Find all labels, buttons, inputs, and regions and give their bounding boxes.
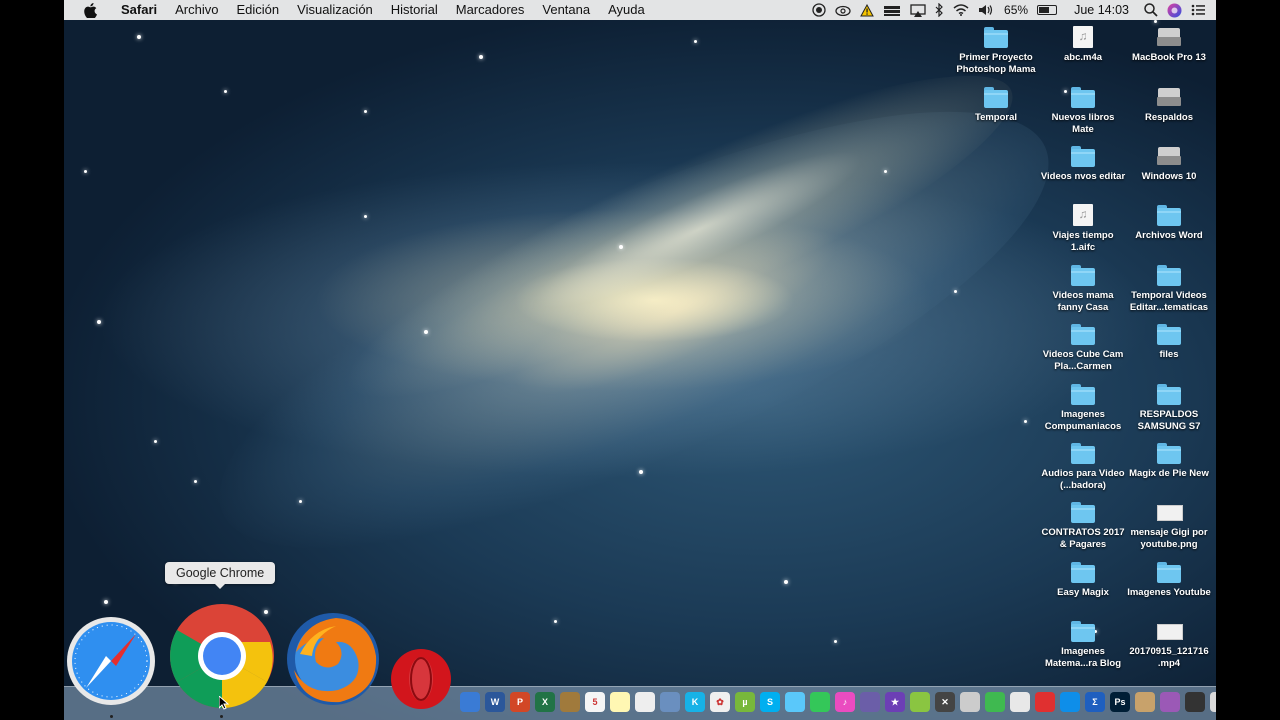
textedit-icon[interactable]: [635, 692, 655, 712]
dock-icon-glyph: Ps: [1114, 697, 1126, 707]
bluetooth-icon[interactable]: [935, 0, 944, 20]
mouse-cursor-icon: [218, 694, 230, 710]
dock-icon-glyph: ♪: [842, 697, 848, 707]
lightroom-icon[interactable]: [1135, 692, 1155, 712]
imovie-icon[interactable]: [860, 692, 880, 712]
messages-icon[interactable]: [785, 692, 805, 712]
firefox-icon[interactable]: [286, 612, 380, 706]
menu-historial[interactable]: Historial: [382, 0, 447, 20]
facetime-icon[interactable]: [810, 692, 830, 712]
wifi-icon[interactable]: [953, 0, 969, 20]
menu-marcadores[interactable]: Marcadores: [447, 0, 534, 20]
notes-icon[interactable]: [610, 692, 630, 712]
dock-icon-glyph: W: [490, 697, 500, 707]
dock-icon-glyph: ★: [890, 696, 900, 707]
battery-icon[interactable]: [1037, 0, 1058, 20]
sigma-icon[interactable]: Σ: [1085, 692, 1105, 712]
menu-bar: Safari Archivo Edición Visualización His…: [64, 0, 1216, 20]
clock[interactable]: Jue 14:03: [1074, 0, 1129, 20]
google-chrome-icon[interactable]: [170, 604, 274, 708]
airplay-icon[interactable]: [910, 0, 926, 20]
snapz-icon[interactable]: [1035, 692, 1055, 712]
running-indicator-chrome: [220, 715, 223, 718]
photoshop-icon[interactable]: Ps: [1110, 692, 1130, 712]
letterbox-left: [0, 0, 64, 720]
dock-tooltip: Google Chrome: [165, 562, 276, 589]
bluestacks-icon[interactable]: [910, 692, 930, 712]
menu-edicion[interactable]: Edición: [228, 0, 289, 20]
status-menu-area: 65% Jue 14:03: [812, 0, 1206, 20]
dock-icon-glyph: 5: [592, 697, 598, 707]
photos-icon[interactable]: ✿: [710, 692, 730, 712]
notification-center-icon[interactable]: [1191, 0, 1206, 20]
notebook-icon[interactable]: [560, 692, 580, 712]
siri-icon[interactable]: [1167, 0, 1182, 20]
dock-icon-glyph: K: [691, 697, 699, 707]
drive-icon[interactable]: [883, 0, 901, 20]
dock-icon-glyph: S: [766, 697, 773, 707]
powerpoint-icon[interactable]: P: [510, 692, 530, 712]
dock-icon-glyph: Σ: [1092, 697, 1098, 707]
creative-cloud-icon[interactable]: [835, 0, 851, 20]
kodi-icon[interactable]: K: [685, 692, 705, 712]
desktop[interactable]: Safari Archivo Edición Visualización His…: [64, 0, 1216, 720]
dock-icon-glyph: ✕: [941, 696, 949, 707]
utorrent-icon[interactable]: µ: [735, 692, 755, 712]
teamviewer-icon[interactable]: [1060, 692, 1080, 712]
letterbox-right: [1216, 0, 1280, 720]
automator-icon[interactable]: [960, 692, 980, 712]
dock-icon-glyph: X: [541, 697, 548, 707]
opera-icon[interactable]: [390, 648, 452, 710]
preview-icon[interactable]: [460, 692, 480, 712]
battery-percentage[interactable]: 65%: [1004, 0, 1028, 20]
dvd-player-icon[interactable]: [1185, 692, 1205, 712]
archive-icon[interactable]: [1010, 692, 1030, 712]
menu-visualizacion[interactable]: Visualización: [288, 0, 382, 20]
itunes-icon[interactable]: ♪: [835, 692, 855, 712]
excel-icon[interactable]: X: [535, 692, 555, 712]
menu-ventana[interactable]: Ventana: [533, 0, 599, 20]
running-indicator-safari: [110, 715, 113, 718]
menu-archivo[interactable]: Archivo: [166, 0, 227, 20]
numbers-icon[interactable]: [985, 692, 1005, 712]
apple-menu-icon[interactable]: [82, 2, 98, 18]
dock-icon-glyph: µ: [742, 697, 748, 707]
warning-icon[interactable]: [860, 0, 874, 20]
safari-icon[interactable]: [66, 616, 156, 706]
skype-icon[interactable]: S: [760, 692, 780, 712]
calendar-icon[interactable]: 5: [585, 692, 605, 712]
dock-icon-glyph: ✿: [716, 696, 724, 707]
word-icon[interactable]: W: [485, 692, 505, 712]
volume-icon[interactable]: [978, 0, 995, 20]
menu-ayuda[interactable]: Ayuda: [599, 0, 654, 20]
crossover-icon[interactable]: ✕: [935, 692, 955, 712]
record-icon[interactable]: [812, 0, 826, 20]
image-capture-icon[interactable]: [660, 692, 680, 712]
dock: W P X 5 K ✿ µ S ♪ ★ ✕ Σ Ps: [64, 0, 1216, 720]
star-app-icon[interactable]: ★: [885, 692, 905, 712]
color-wheel-icon[interactable]: [1160, 692, 1180, 712]
dock-icon-glyph: P: [516, 697, 523, 707]
spotlight-icon[interactable]: [1144, 0, 1158, 20]
menu-app-safari[interactable]: Safari: [112, 0, 166, 20]
